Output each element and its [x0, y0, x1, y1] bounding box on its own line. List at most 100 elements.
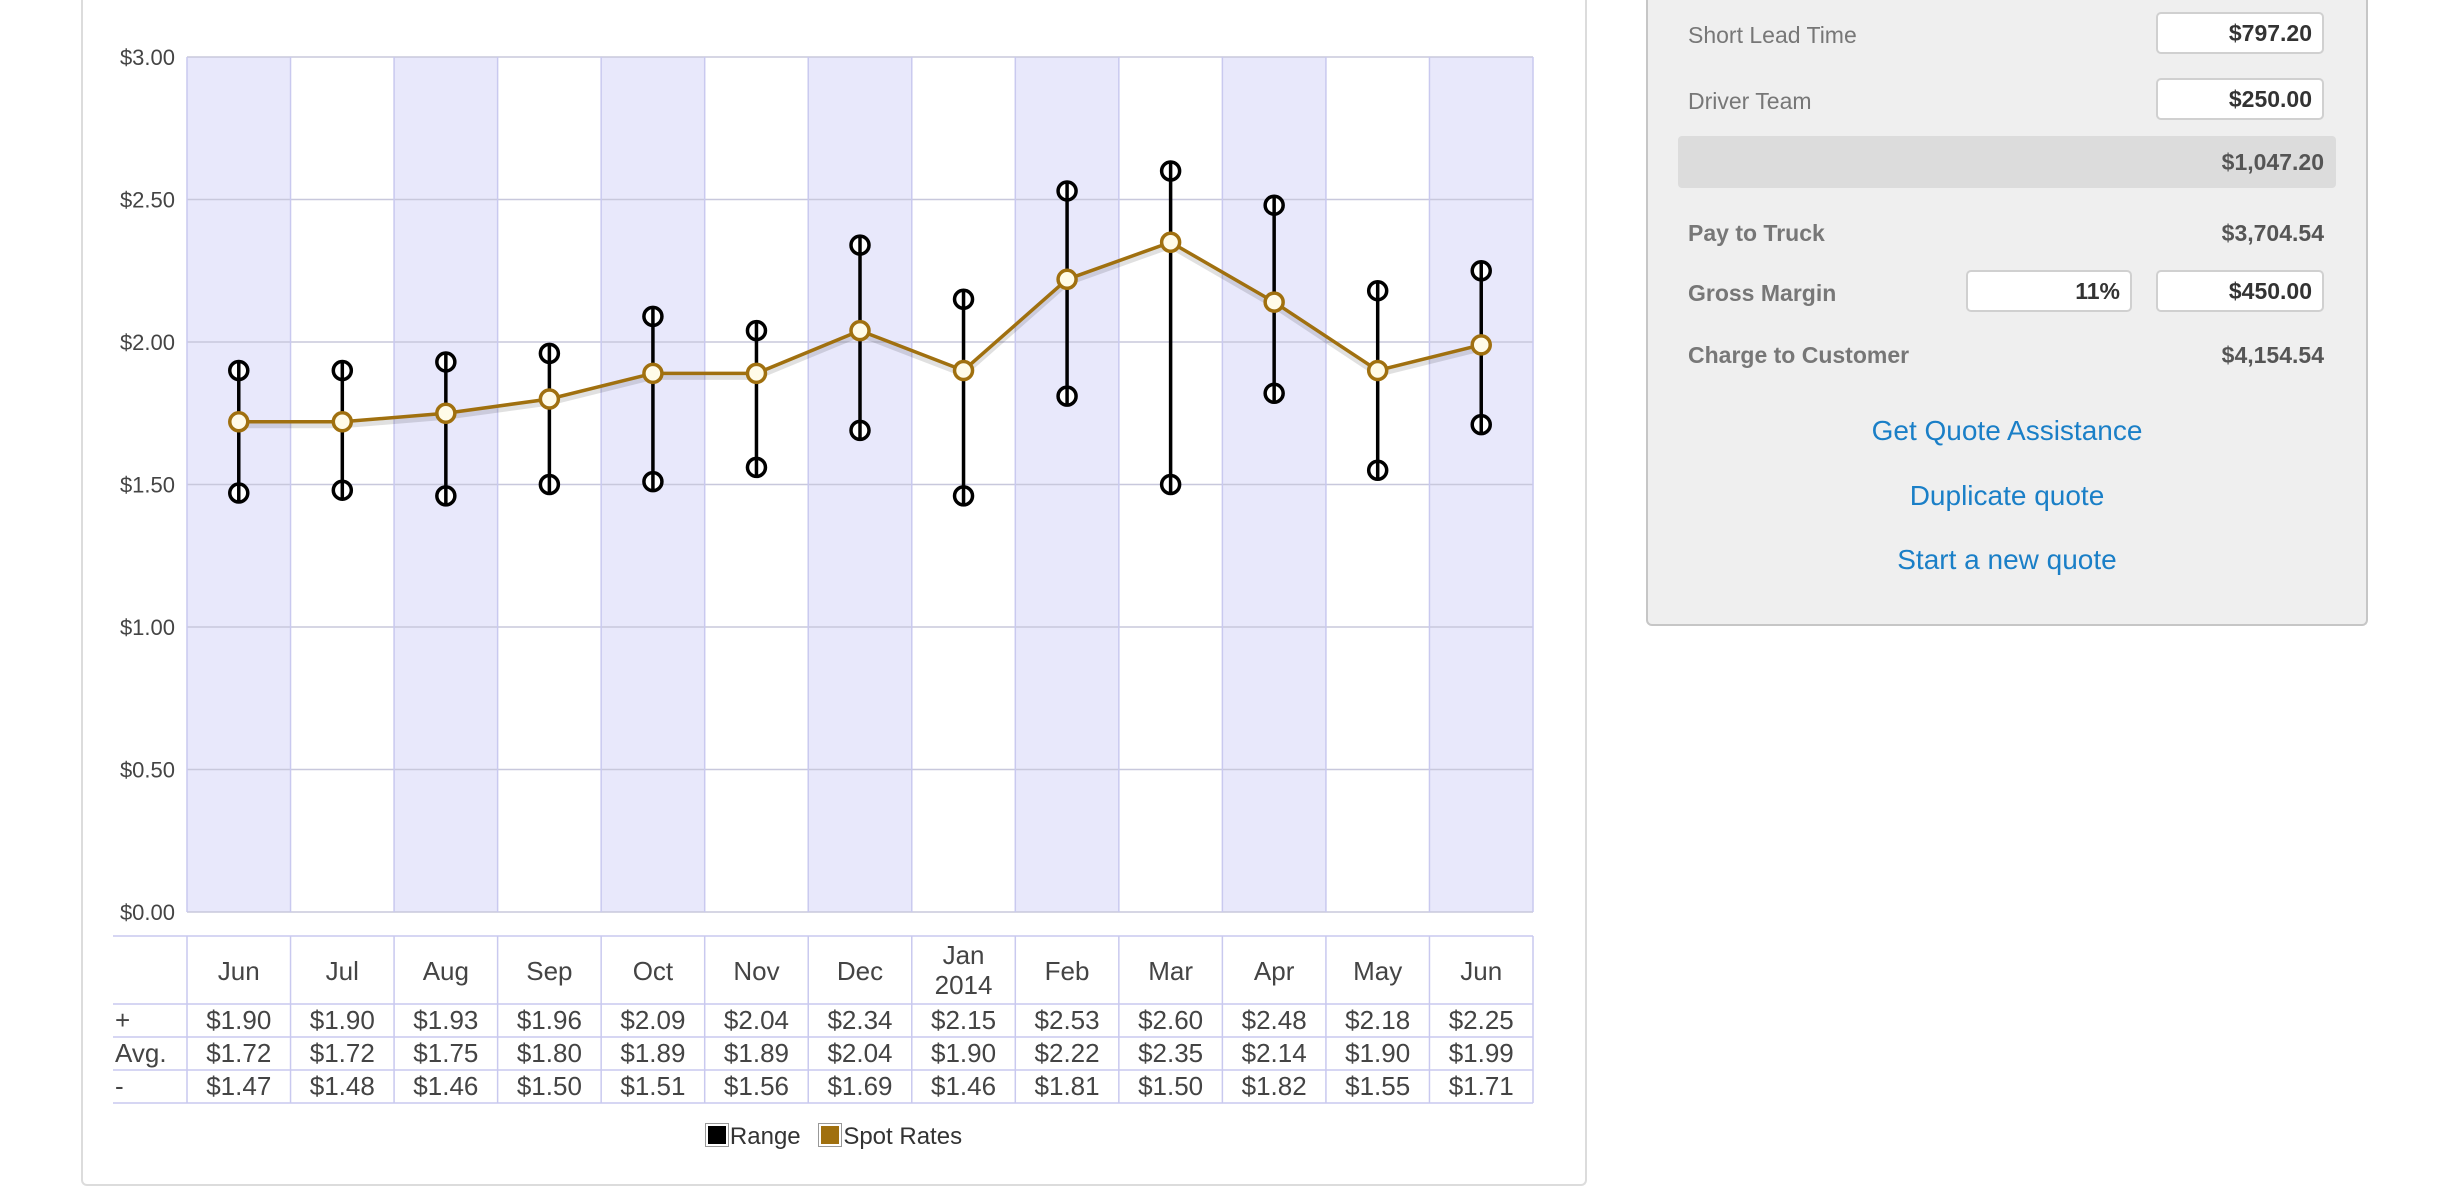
- pay-to-truck-value: $3,704.54: [2221, 220, 2324, 246]
- pay-to-truck-row: Pay to Truck $3,704.54: [1688, 210, 2336, 256]
- driver-team-row: Driver Team: [1688, 78, 2336, 124]
- table-cell-value: $1.82: [1242, 1071, 1307, 1101]
- gross-margin-percent-input[interactable]: [1966, 270, 2132, 312]
- table-cell-value: $1.89: [620, 1038, 685, 1068]
- x-category-label: Oct: [633, 956, 674, 986]
- spot-rate-point: [952, 359, 975, 382]
- table-cell-value: $2.04: [724, 1005, 789, 1035]
- legend-range[interactable]: Range: [705, 1122, 801, 1151]
- x-category-label: Jun: [218, 956, 260, 986]
- legend-spot-rates[interactable]: Spot Rates: [819, 1123, 962, 1151]
- rate-chart-panel: $0.00 $0.50 $1.00 $1.50 $2.00 $2.50 $3.00 Jun Ju…: [81, 0, 1587, 1186]
- table-cell-value: $1.75: [413, 1038, 478, 1068]
- x-category-label-year: 2014: [935, 970, 993, 1000]
- table-cell-value: $2.34: [827, 1005, 892, 1035]
- x-category-label: Mar: [1148, 956, 1193, 986]
- chart-legend: Range Spot Rates: [83, 1122, 1585, 1151]
- short-lead-time-label: Short Lead Time: [1688, 22, 1857, 48]
- spot-rate-point: [1159, 231, 1182, 253]
- table-cell-value: $1.90: [206, 1005, 271, 1035]
- x-category-label: Nov: [733, 956, 779, 986]
- charge-to-customer-value: $4,154.54: [2221, 342, 2324, 368]
- duplicate-quote-link[interactable]: Duplicate quote: [1648, 480, 2366, 512]
- quote-panel: Short Lead Time Driver Team $1,047.20 Pa…: [1646, 0, 2368, 626]
- table-row-label: +: [115, 1005, 130, 1035]
- table-cell-value: $1.48: [310, 1071, 375, 1101]
- table-cell-value: $1.51: [620, 1071, 685, 1101]
- table-cell-value: $2.14: [1242, 1038, 1307, 1068]
- driver-team-input[interactable]: [2156, 78, 2324, 120]
- table-cell-value: $2.48: [1242, 1005, 1307, 1035]
- table-cell-value: $2.04: [827, 1038, 892, 1068]
- gross-margin-label: Gross Margin: [1688, 280, 1837, 306]
- y-tick-label: $1.00: [120, 615, 175, 640]
- table-cell-value: $2.25: [1449, 1005, 1514, 1035]
- x-category-label: Aug: [423, 956, 469, 986]
- spot-rate-point: [745, 362, 768, 385]
- table-cell-value: $2.60: [1138, 1005, 1203, 1035]
- rate-chart: $0.00 $0.50 $1.00 $1.50 $2.00 $2.50 $3.00 Jun Ju…: [113, 45, 1534, 1104]
- table-cell-value: $2.15: [931, 1005, 996, 1035]
- table-cell-value: $2.53: [1035, 1005, 1100, 1035]
- y-tick-label: $0.50: [120, 758, 175, 783]
- spot-rate-point: [849, 319, 871, 342]
- y-tick-label: $3.00: [120, 45, 175, 70]
- y-tick-label: $2.00: [120, 330, 175, 355]
- accessorial-subtotal: $1,047.20: [1678, 136, 2336, 188]
- short-lead-time-input[interactable]: [2156, 12, 2324, 54]
- x-category-label: Feb: [1045, 956, 1090, 986]
- table-cell-value: $1.46: [413, 1071, 478, 1101]
- table-cell-value: $1.96: [517, 1005, 582, 1035]
- table-cell-value: $1.69: [827, 1071, 892, 1101]
- spot-rate-point: [435, 402, 457, 424]
- table-row-label: Avg.: [115, 1038, 167, 1068]
- table-cell-value: $1.90: [931, 1038, 996, 1068]
- short-lead-time-row: Short Lead Time: [1688, 12, 2336, 58]
- spot-rate-point: [1263, 291, 1285, 313]
- charge-to-customer-label: Charge to Customer: [1688, 342, 1910, 368]
- table-cell-value: $1.71: [1449, 1071, 1514, 1101]
- get-quote-assistance-link[interactable]: Get Quote Assistance: [1648, 415, 2366, 447]
- y-tick-label: $0.00: [120, 900, 175, 925]
- spot-rate-point: [228, 411, 250, 433]
- table-cell-value: $2.09: [620, 1005, 685, 1035]
- table-cell-value: $2.22: [1035, 1038, 1100, 1068]
- x-category-label: Jan: [943, 940, 985, 970]
- x-category-label: May: [1353, 956, 1402, 986]
- y-tick-label: $2.50: [120, 188, 175, 213]
- start-new-quote-link[interactable]: Start a new quote: [1648, 544, 2366, 576]
- legend-range-label: Range: [729, 1122, 801, 1150]
- table-cell-value: $1.80: [517, 1038, 582, 1068]
- x-category-label: Jul: [326, 956, 359, 986]
- charge-to-customer-row: Charge to Customer $4,154.54: [1688, 332, 2336, 378]
- table-cell-value: $1.56: [724, 1071, 789, 1101]
- table-cell-value: $1.50: [1138, 1071, 1203, 1101]
- driver-team-label: Driver Team: [1688, 88, 1812, 114]
- table-cell-value: $1.93: [413, 1005, 478, 1035]
- table-cell-value: $1.89: [724, 1038, 789, 1068]
- gross-margin-row: Gross Margin: [1688, 270, 2336, 316]
- subtotal-value: $1,047.20: [2221, 149, 2324, 175]
- table-cell-value: $1.72: [310, 1038, 375, 1068]
- x-category-label: Apr: [1254, 956, 1295, 986]
- legend-range-swatch: [705, 1123, 728, 1146]
- y-tick-label: $1.50: [120, 473, 175, 498]
- legend-spot-swatch: [819, 1123, 842, 1146]
- table-cell-value: $2.18: [1345, 1005, 1410, 1035]
- spot-rate-point: [538, 388, 561, 410]
- x-category-label: Sep: [526, 956, 572, 986]
- table-row-label: -: [115, 1071, 124, 1101]
- pay-to-truck-label: Pay to Truck: [1688, 220, 1825, 246]
- table-cell-value: $1.81: [1035, 1071, 1100, 1101]
- table-cell-value: $1.90: [310, 1005, 375, 1035]
- table-cell-value: $1.90: [1345, 1038, 1410, 1068]
- table-cell-value: $1.46: [931, 1071, 996, 1101]
- legend-spot-label: Spot Rates: [843, 1122, 963, 1150]
- table-cell-value: $1.47: [206, 1071, 271, 1101]
- gross-margin-amount-input[interactable]: [2156, 270, 2324, 312]
- table-cell-value: $1.50: [517, 1071, 582, 1101]
- spot-rate-point: [1470, 334, 1492, 356]
- table-cell-value: $1.72: [206, 1038, 271, 1068]
- table-cell-value: $1.55: [1345, 1071, 1410, 1101]
- table-cell-value: $2.35: [1138, 1038, 1203, 1068]
